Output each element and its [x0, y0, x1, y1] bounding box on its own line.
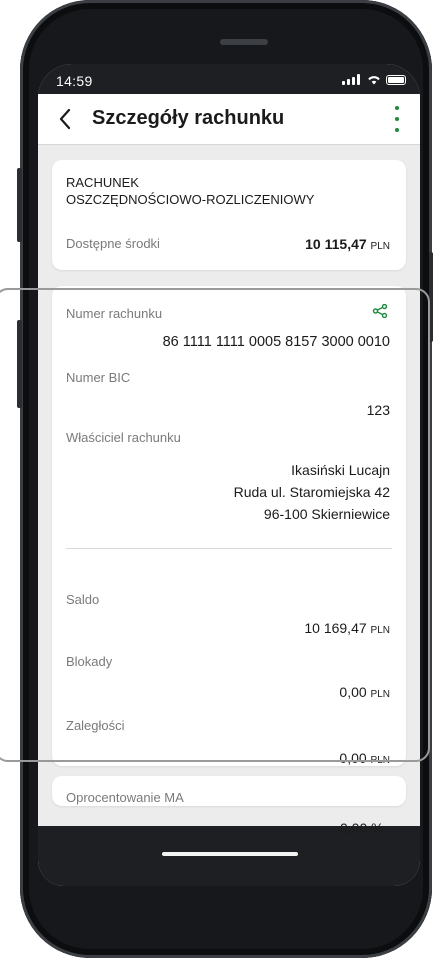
available-funds-label: Dostępne środki: [66, 236, 160, 251]
battery-icon: [386, 74, 406, 85]
blokady-label: Blokady: [66, 654, 113, 669]
available-funds-currency: PLN: [370, 241, 390, 252]
back-chevron-icon[interactable]: [52, 104, 78, 134]
oprocentowanie-value: 0,00 %: [340, 820, 384, 836]
saldo-currency: PLN: [370, 625, 390, 636]
speaker-grille: [220, 39, 268, 45]
saldo-label: Saldo: [66, 592, 100, 607]
owner-address-line2: 96-100 Skierniewice: [263, 506, 390, 522]
wifi-icon: [368, 76, 380, 85]
available-funds-value: 10 115,47 PLN: [305, 236, 390, 252]
zaleglosci-label: Zaległości: [66, 718, 125, 733]
account-type: RACHUNEK OSZCZĘDNOŚCIOWO-ROZLICZENIOWY: [66, 174, 314, 208]
zaleglosci-currency: PLN: [370, 755, 390, 766]
kebab-menu-icon[interactable]: [392, 106, 402, 132]
blokady-value: 0,00 PLN: [339, 684, 390, 700]
screen: 14:59 Szczegóły rachunku RACHUNEK OSZCZĘ…: [38, 64, 420, 886]
zaleglosci-amount: 0,00: [339, 750, 367, 766]
account-type-line2: OSZCZĘDNOŚCIOWO-ROZLICZENIOWY: [66, 192, 315, 207]
saldo-amount: 10 169,47: [304, 620, 367, 636]
home-indicator[interactable]: [162, 852, 298, 856]
blokady-currency: PLN: [370, 689, 390, 700]
account-summary-card: RACHUNEK OSZCZĘDNOŚCIOWO-ROZLICZENIOWY D…: [52, 160, 406, 270]
account-details-card: Numer rachunku 86 1111 1111 0005 8157 30…: [52, 286, 406, 766]
bic-value: 123: [366, 402, 390, 418]
zaleglosci-value-row: 0,00 PLN: [339, 750, 390, 766]
owner-name: Ikasiński Lucajn: [291, 462, 390, 478]
app-header: Szczegóły rachunku: [38, 94, 420, 145]
section-divider: [66, 548, 392, 549]
account-number: 86 1111 1111 0005 8157 3000 0010: [162, 334, 390, 350]
oprocentowanie-label: Oprocentowanie MA: [66, 790, 184, 805]
saldo-value: 10 169,47 PLN: [304, 620, 390, 636]
side-button: [17, 320, 22, 408]
side-button: [429, 252, 433, 342]
share-icon[interactable]: [372, 304, 388, 318]
signal-icon: [342, 74, 362, 85]
owner-address-line1: Ruda ul. Staromiejska 42: [233, 484, 390, 500]
account-number-label: Numer rachunku: [66, 306, 163, 321]
blokady-amount: 0,00: [339, 684, 367, 700]
bic-label: Numer BIC: [66, 370, 131, 385]
page-title: Szczegóły rachunku: [92, 107, 285, 129]
account-type-line1: RACHUNEK: [66, 175, 139, 190]
status-time: 14:59: [56, 73, 93, 89]
side-button: [17, 168, 22, 242]
owner-label: Właściciel rachunku: [66, 430, 181, 445]
status-icons: [342, 74, 406, 85]
status-bar: 14:59: [38, 64, 420, 94]
available-funds-amount: 10 115,47: [305, 236, 367, 252]
